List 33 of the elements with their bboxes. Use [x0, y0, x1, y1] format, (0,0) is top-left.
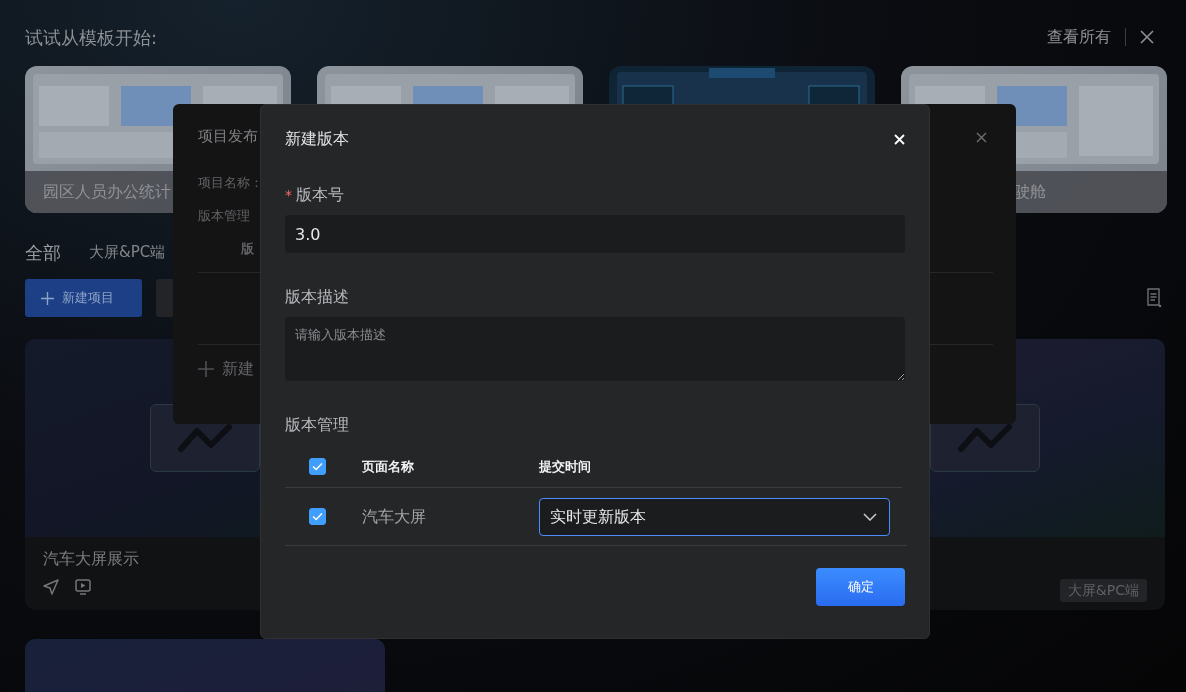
description-input[interactable]: 请输入版本描述	[285, 317, 905, 381]
submit-select[interactable]: 实时更新版本	[539, 497, 890, 536]
project-tag: 大屏&PC端	[1059, 579, 1147, 602]
add-version-button[interactable]: 新建	[198, 359, 254, 379]
close-icon	[894, 133, 905, 145]
view-all-link[interactable]: 查看所有	[1047, 25, 1111, 49]
template-title: 园区人员办公统计	[43, 181, 171, 203]
close-icon[interactable]	[976, 131, 987, 143]
select-all-checkbox[interactable]	[309, 457, 326, 475]
column-header: 版	[241, 240, 254, 259]
project-title: 汽车大屏展示	[43, 548, 140, 570]
version-input[interactable]: 3.0	[285, 215, 905, 253]
section-label: 版本管理	[285, 415, 349, 434]
plus-icon	[41, 291, 54, 305]
confirm-button[interactable]: 确定	[816, 568, 905, 606]
filter-tab[interactable]: 大屏&PC端	[89, 240, 166, 264]
filter-tab[interactable]: 全部	[25, 238, 61, 266]
dialog-title: 项目发布	[198, 127, 258, 147]
field-label: 版本描述	[285, 287, 349, 306]
field-label: 项目名称：	[198, 175, 263, 190]
row-checkbox[interactable]	[309, 508, 326, 525]
plus-icon	[198, 360, 214, 377]
new-project-button[interactable]: 新建项目	[25, 279, 142, 317]
send-icon[interactable]	[43, 579, 59, 595]
chevron-down-icon	[863, 512, 877, 521]
close-icon[interactable]	[1140, 30, 1154, 44]
field-label: 版本号	[296, 184, 344, 206]
preview-icon[interactable]	[75, 579, 91, 595]
required-mark: *	[285, 185, 292, 205]
section-title: 试试从模板开始:	[25, 25, 158, 50]
document-icon[interactable]	[1146, 288, 1162, 308]
close-button[interactable]	[894, 133, 905, 145]
column-header: 提交时间	[539, 458, 591, 474]
